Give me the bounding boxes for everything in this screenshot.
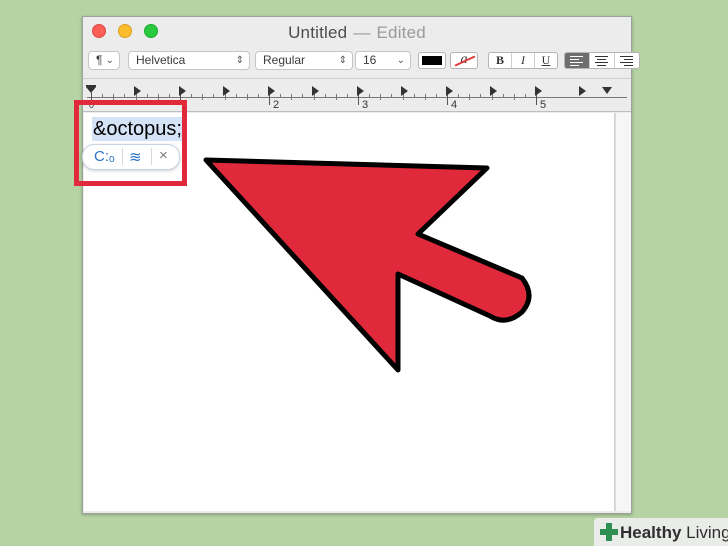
watermark-brand-rest: Living [681, 523, 728, 542]
pointer-arrow-shape [203, 157, 532, 373]
pointer-arrow-annotation [203, 157, 532, 373]
plus-logo-icon [600, 523, 618, 541]
watermark-brand-bold: Healthy [620, 523, 682, 542]
watermark: Healthy Living [594, 518, 728, 546]
watermark-brand: Healthy Living [620, 523, 728, 543]
